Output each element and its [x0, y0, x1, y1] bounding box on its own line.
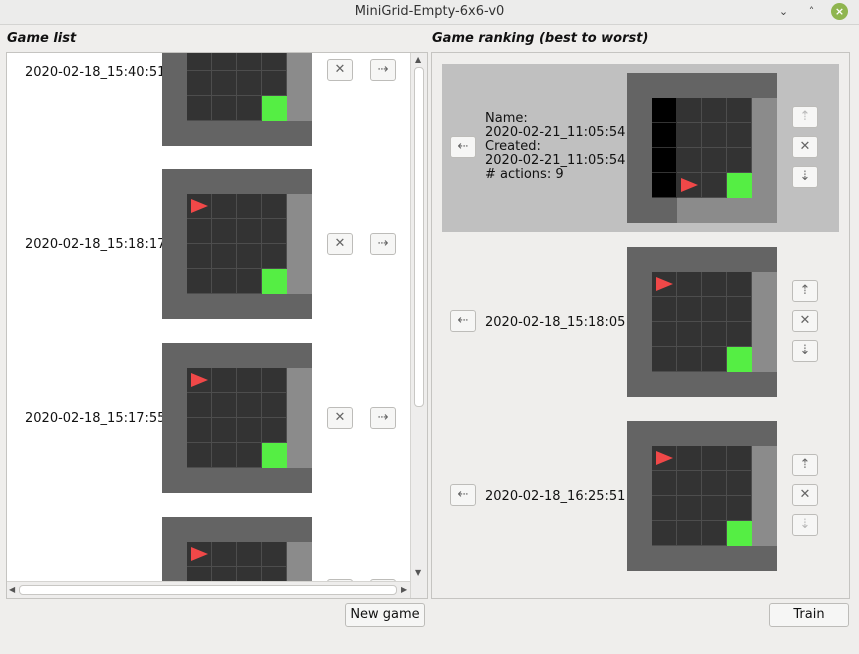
train-button[interactable]: Train	[769, 603, 849, 627]
game-info: Name: 2020-02-21_11:05:54 Created: 2020-…	[485, 112, 625, 182]
arrow-up-icon[interactable]: ⇡	[792, 454, 818, 476]
arrow-right-icon[interactable]: ⇢	[370, 407, 396, 429]
ranking-item[interactable]: ⇠ 2020-02-18_16:25:51 ⇡ ✕ ⇣	[442, 421, 839, 571]
game-thumbnail	[162, 343, 312, 493]
arrow-right-icon[interactable]: ⇢	[370, 59, 396, 81]
arrow-down-icon[interactable]: ⇣	[792, 166, 818, 188]
minimize-icon[interactable]: ⌄	[775, 3, 792, 20]
window-title: MiniGrid-Empty-6x6-v0	[354, 4, 505, 19]
arrow-down-icon[interactable]: ⇣	[792, 340, 818, 362]
ranking-item-selected[interactable]: ⇠ Name: 2020-02-21_11:05:54 Created: 202…	[442, 64, 839, 232]
delete-icon[interactable]: ✕	[792, 310, 818, 332]
game-timestamp: 2020-02-18_16:25:51	[485, 489, 626, 504]
name-value: 2020-02-21_11:05:54	[485, 125, 626, 140]
arrow-left-icon[interactable]: ⇠	[450, 484, 476, 506]
created-value: 2020-02-21_11:05:54	[485, 153, 626, 168]
game-list-title: Game list	[7, 31, 77, 46]
horizontal-scroll-thumb[interactable]	[19, 585, 397, 595]
delete-icon[interactable]: ✕	[327, 59, 353, 81]
game-list-item[interactable]	[7, 517, 410, 581]
horizontal-scrollbar[interactable]: ◀ ▶	[7, 581, 410, 598]
name-label: Name:	[485, 111, 528, 126]
created-label: Created:	[485, 139, 541, 154]
arrow-down-icon[interactable]: ⇣	[792, 514, 818, 536]
delete-icon[interactable]: ✕	[327, 233, 353, 255]
arrow-up-icon[interactable]: ⇡	[792, 106, 818, 128]
maximize-icon[interactable]: ˄	[803, 3, 820, 20]
delete-icon[interactable]: ✕	[792, 136, 818, 158]
game-timestamp: 2020-02-18_15:40:51	[25, 65, 166, 80]
game-timestamp: 2020-02-18_15:18:05	[485, 315, 626, 330]
vertical-scroll-thumb[interactable]	[414, 67, 424, 407]
arrow-right-icon[interactable]: ⇢	[370, 233, 396, 255]
close-icon[interactable]: ×	[831, 3, 848, 20]
game-thumbnail	[162, 53, 312, 146]
game-list-item[interactable]: 2020-02-18_15:40:51 ✕ ⇢	[7, 53, 410, 153]
ranking-panel[interactable]: ⇠ Name: 2020-02-21_11:05:54 Created: 202…	[431, 52, 850, 599]
game-list-panel[interactable]: 2020-02-18_15:40:51 ✕ ⇢ 2020-02-18_15:18…	[6, 52, 428, 599]
new-game-button[interactable]: New game	[345, 603, 425, 627]
scroll-left-icon[interactable]: ◀	[9, 585, 15, 594]
ranking-item[interactable]: ⇠ 2020-02-18_15:18:05 ⇡ ✕ ⇣	[442, 247, 839, 397]
actions-count: # actions: 9	[485, 167, 564, 182]
game-thumbnail	[162, 169, 312, 319]
window-titlebar: MiniGrid-Empty-6x6-v0	[0, 0, 859, 25]
game-thumbnail	[162, 517, 312, 581]
scroll-down-icon[interactable]: ▼	[415, 568, 421, 577]
game-timestamp: 2020-02-18_15:17:55	[25, 411, 166, 426]
delete-icon[interactable]: ✕	[792, 484, 818, 506]
arrow-left-icon[interactable]: ⇠	[450, 310, 476, 332]
game-timestamp: 2020-02-18_15:18:17	[25, 237, 166, 252]
game-list-item[interactable]: 2020-02-18_15:17:55 ✕ ⇢	[7, 343, 410, 494]
arrow-up-icon[interactable]: ⇡	[792, 280, 818, 302]
delete-icon[interactable]: ✕	[327, 407, 353, 429]
game-list-item[interactable]: 2020-02-18_15:18:17 ✕ ⇢	[7, 169, 410, 320]
scroll-right-icon[interactable]: ▶	[401, 585, 407, 594]
arrow-left-icon[interactable]: ⇠	[450, 136, 476, 158]
game-thumbnail	[627, 73, 777, 223]
game-thumbnail	[627, 247, 777, 397]
vertical-scrollbar[interactable]: ▲ ▼	[410, 53, 427, 598]
scroll-up-icon[interactable]: ▲	[415, 55, 421, 64]
game-thumbnail	[627, 421, 777, 571]
ranking-title: Game ranking (best to worst)	[432, 31, 649, 46]
